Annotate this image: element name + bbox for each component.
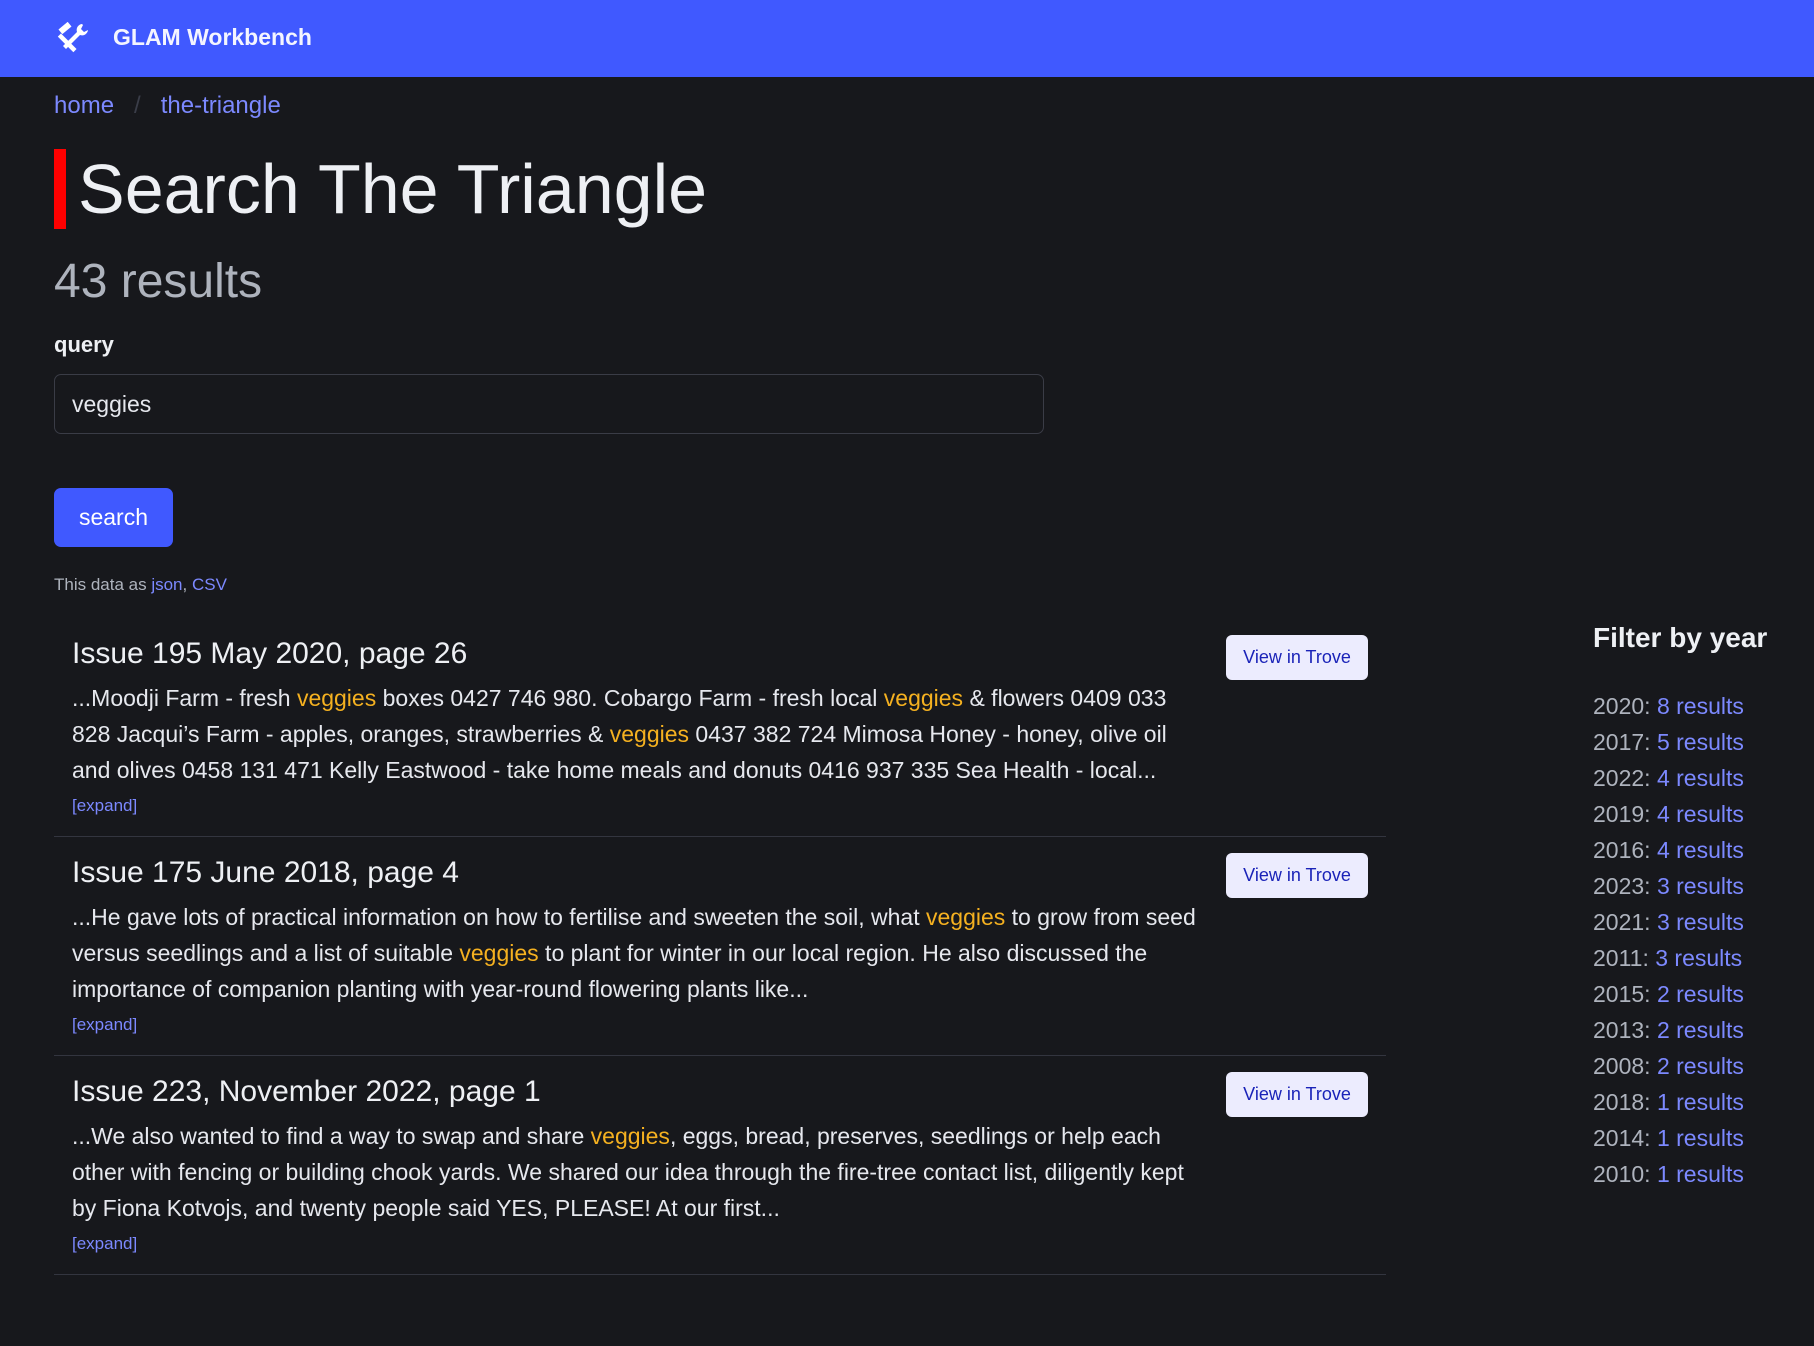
view-in-trove-button[interactable]: View in Trove [1226, 635, 1368, 680]
highlighted-term: veggies [926, 904, 1006, 930]
view-in-trove-button[interactable]: View in Trove [1226, 853, 1368, 898]
year-label: 2020: [1593, 693, 1657, 719]
year-filter-item: 2013: 2 results [1593, 1012, 1803, 1048]
year-filter-link[interactable]: 1 results [1657, 1161, 1744, 1187]
breadcrumb-home[interactable]: home [54, 92, 114, 120]
title-accent-bar [54, 149, 66, 229]
tools-icon[interactable] [55, 21, 89, 54]
result-snippet: ...We also wanted to find a way to swap … [72, 1118, 1202, 1226]
query-input[interactable] [54, 374, 1044, 434]
year-filter-item: 2008: 2 results [1593, 1048, 1803, 1084]
year-label: 2022: [1593, 765, 1657, 791]
year-filter-item: 2023: 3 results [1593, 868, 1803, 904]
snippet-text: ...Moodji Farm - fresh [72, 685, 297, 711]
year-filter-link[interactable]: 3 results [1655, 945, 1742, 971]
page-title-block: Search The Triangle [54, 149, 707, 229]
result-item: Issue 223, November 2022, page 1 ...We a… [54, 1056, 1386, 1275]
top-navbar: GLAM Workbench [0, 0, 1814, 77]
result-title: Issue 223, November 2022, page 1 [72, 1075, 541, 1108]
year-filter-link[interactable]: 8 results [1657, 693, 1744, 719]
year-filter-item: 2016: 4 results [1593, 832, 1803, 868]
year-filter-link[interactable]: 5 results [1657, 729, 1744, 755]
snippet-text: ...He gave lots of practical information… [72, 904, 926, 930]
year-filter-link[interactable]: 3 results [1657, 873, 1744, 899]
year-filter-item: 2011: 3 results [1593, 940, 1803, 976]
expand-link[interactable]: [expand] [72, 1234, 137, 1254]
year-filter-link[interactable]: 4 results [1657, 837, 1744, 863]
year-label: 2010: [1593, 1161, 1657, 1187]
expand-link[interactable]: [expand] [72, 796, 137, 816]
year-filter-link[interactable]: 4 results [1657, 765, 1744, 791]
year-label: 2021: [1593, 909, 1657, 935]
year-filter-item: 2020: 8 results [1593, 688, 1803, 724]
year-label: 2018: [1593, 1089, 1657, 1115]
year-label: 2023: [1593, 873, 1657, 899]
year-filter-item: 2017: 5 results [1593, 724, 1803, 760]
year-filter-item: 2014: 1 results [1593, 1120, 1803, 1156]
year-label: 2017: [1593, 729, 1657, 755]
year-filter-item: 2022: 4 results [1593, 760, 1803, 796]
view-in-trove-button[interactable]: View in Trove [1226, 1072, 1368, 1117]
snippet-text: boxes 0427 746 980. Cobargo Farm - fresh… [376, 685, 884, 711]
year-filter-link[interactable]: 1 results [1657, 1089, 1744, 1115]
year-filter-link[interactable]: 1 results [1657, 1125, 1744, 1151]
breadcrumb-separator: / [134, 92, 141, 119]
result-snippet: ...Moodji Farm - fresh veggies boxes 042… [72, 680, 1202, 788]
search-button[interactable]: search [54, 488, 173, 547]
export-csv-link[interactable]: CSV [192, 575, 227, 594]
year-filter-link[interactable]: 3 results [1657, 909, 1744, 935]
query-label: query [54, 332, 114, 357]
highlighted-term: veggies [590, 1123, 670, 1149]
expand-link[interactable]: [expand] [72, 1015, 137, 1035]
highlighted-term: veggies [883, 685, 964, 711]
app-brand[interactable]: GLAM Workbench [113, 24, 312, 51]
result-title: Issue 195 May 2020, page 26 [72, 637, 468, 670]
results-list: Issue 195 May 2020, page 26 ...Moodji Fa… [54, 620, 1386, 1275]
year-label: 2013: [1593, 1017, 1657, 1043]
year-label: 2015: [1593, 981, 1657, 1007]
year-label: 2011: [1593, 945, 1656, 971]
page-title: Search The Triangle [78, 150, 708, 228]
year-filter-link[interactable]: 2 results [1657, 981, 1744, 1007]
result-title: Issue 175 June 2018, page 4 [72, 856, 459, 889]
export-separator: , [182, 575, 192, 594]
highlighted-term: veggies [459, 940, 539, 966]
year-filter-item: 2018: 1 results [1593, 1084, 1803, 1120]
year-label: 2016: [1593, 837, 1657, 863]
filter-heading: Filter by year [1593, 622, 1768, 653]
breadcrumb: home / the-triangle [54, 92, 281, 120]
snippet-text: ...We also wanted to find a way to swap … [72, 1123, 591, 1149]
year-filter-item: 2015: 2 results [1593, 976, 1803, 1012]
year-filter-link[interactable]: 4 results [1657, 801, 1744, 827]
filter-by-year-panel: Filter by year 2020: 8 results 2017: 5 re… [1593, 622, 1803, 1192]
year-filter-list: 2020: 8 results 2017: 5 results 2022: 4 re… [1593, 688, 1803, 1192]
year-filter-link[interactable]: 2 results [1657, 1017, 1744, 1043]
export-json-link[interactable]: json [151, 575, 182, 594]
result-item: Issue 175 June 2018, page 4 ...He gave l… [54, 837, 1386, 1056]
result-count: 43 results [54, 255, 263, 308]
year-filter-item: 2019: 4 results [1593, 796, 1803, 832]
year-filter-link[interactable]: 2 results [1657, 1053, 1744, 1079]
export-links: This data as json, CSV [54, 575, 227, 595]
year-label: 2019: [1593, 801, 1657, 827]
year-filter-item: 2021: 3 results [1593, 904, 1803, 940]
year-label: 2008: [1593, 1053, 1657, 1079]
year-filter-item: 2010: 1 results [1593, 1156, 1803, 1192]
export-prefix: This data as [54, 575, 152, 594]
highlighted-term: veggies [609, 721, 690, 747]
year-label: 2014: [1593, 1125, 1657, 1151]
result-item: Issue 195 May 2020, page 26 ...Moodji Fa… [54, 620, 1386, 837]
result-snippet: ...He gave lots of practical information… [72, 899, 1202, 1007]
breadcrumb-the-triangle[interactable]: the-triangle [161, 92, 281, 120]
highlighted-term: veggies [296, 685, 377, 711]
